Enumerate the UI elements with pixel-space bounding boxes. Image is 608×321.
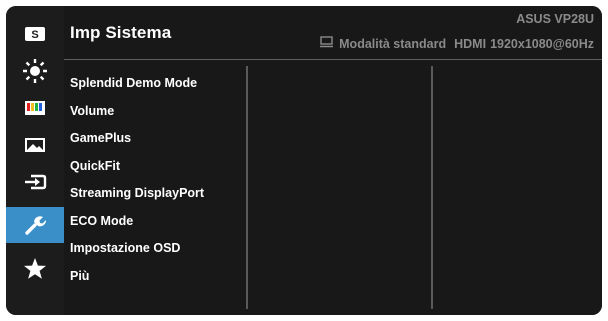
model-name: ASUS VP28U: [516, 12, 594, 26]
monitor-icon: [320, 36, 334, 51]
input-select-icon: [25, 174, 47, 190]
menu-item-splendid-demo-mode[interactable]: Splendid Demo Mode: [70, 70, 204, 98]
splendid-icon: S: [25, 27, 45, 41]
main-panel: Imp Sistema ASUS VP28U Modalità standard…: [64, 6, 602, 315]
sidebar-item-favorites[interactable]: [6, 251, 64, 287]
menu-item-gameplus[interactable]: GamePlus: [70, 125, 204, 153]
column-divider-1: [246, 66, 248, 309]
star-icon: [24, 258, 46, 279]
sidebar-item-image-settings[interactable]: [6, 53, 64, 89]
mode-label: Modalità standard: [339, 36, 447, 51]
menu-item-eco-mode[interactable]: ECO Mode: [70, 208, 204, 236]
svg-text:S: S: [31, 29, 38, 41]
sidebar-item-image[interactable]: [6, 127, 64, 163]
osd-window: S Imp Sistema ASUS VP28U Modalità standa…: [6, 6, 602, 315]
column-divider-2: [431, 66, 433, 309]
menu-item-more[interactable]: Più: [70, 263, 204, 291]
settings-menu: Splendid Demo Mode Volume GamePlus Quick…: [70, 70, 204, 290]
sidebar-item-system-setup[interactable]: [6, 207, 64, 243]
header: Imp Sistema ASUS VP28U Modalità standard…: [64, 6, 602, 60]
input-label: HDMI: [454, 36, 487, 51]
sidebar-item-color[interactable]: [6, 90, 64, 126]
image-icon: [25, 138, 45, 152]
menu-item-quickfit[interactable]: QuickFit: [70, 153, 204, 181]
sidebar: S: [6, 6, 64, 315]
menu-item-volume[interactable]: Volume: [70, 98, 204, 126]
sidebar-item-splendid[interactable]: S: [6, 16, 64, 52]
menu-item-osd-setup[interactable]: Impostazione OSD: [70, 235, 204, 263]
page-title: Imp Sistema: [70, 23, 172, 42]
status-bar: Modalità standard HDMI 1920x1080@60Hz: [320, 36, 594, 51]
menu-item-streaming-displayport[interactable]: Streaming DisplayPort: [70, 180, 204, 208]
resolution-label: 1920x1080@60Hz: [490, 36, 594, 51]
wrench-icon: [25, 216, 46, 235]
brightness-icon: [23, 59, 47, 83]
sidebar-item-input-select[interactable]: [6, 164, 64, 200]
color-bars-icon: [25, 101, 45, 115]
